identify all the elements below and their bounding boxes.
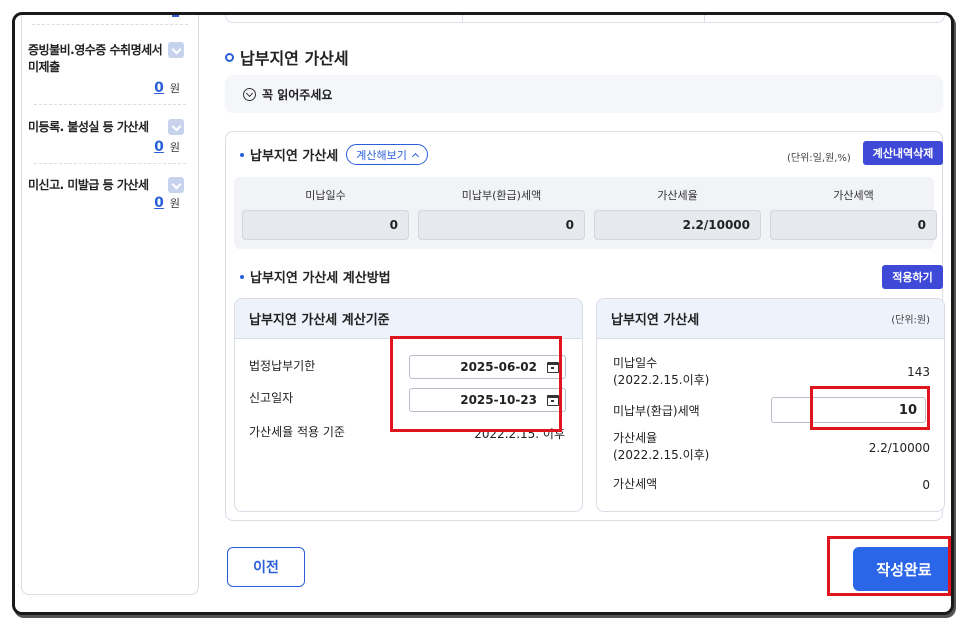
result-label-penalty: 가산세액 [613,477,658,491]
result-penalty-value: 0 [922,478,930,492]
criteria-label-filing-date: 신고일자 [249,391,294,405]
chevron-down-icon[interactable] [168,119,184,135]
result-label-rate: 가산세율 (2022.2.15.이후) [613,431,710,462]
late-payment-panel: 납부지연 가산세 계산해보기 (단위:일,원,%) 계산내역삭제 미납일수 미납… [225,131,945,521]
previous-table-bottom [225,15,945,23]
chevron-down-icon[interactable] [168,177,184,193]
chevron-down-icon[interactable] [168,42,184,58]
summary-table: 미납일수 미납부(환급)세액 가산세율 가산세액 0 0 2.2/10000 0 [234,177,937,249]
criteria-label-due-date: 법정납부기한 [249,359,316,373]
sidebar-amount[interactable]: 0 [154,80,164,96]
header-unpaid-amount: 미납부(환급)세액 [461,189,542,202]
header-unpaid-days: 미납일수 [305,189,346,202]
circle-bullet-icon [225,52,234,62]
apply-button[interactable]: 적용하기 [882,265,943,289]
header-penalty: 가산세액 [833,189,874,202]
value-unpaid-amount: 0 [418,210,585,240]
sidebar-item-unissued[interactable]: 미신고. 미발급 등 가산세 0원 [28,177,194,211]
highlight-box-amount [810,386,930,430]
result-label-unpaid-amount: 미납부(환급)세액 [613,404,700,418]
header-rate: 가산세율 [657,189,698,202]
result-unit-label: (단위:원) [891,315,930,326]
method-title: 납부지연 가산세 계산방법 [240,267,391,286]
value-unpaid-days: 0 [242,210,409,240]
chevron-up-icon [411,152,419,160]
summary-title: 납부지연 가산세 계산해보기 [240,144,428,165]
highlight-box-complete [827,536,951,596]
criteria-card-title: 납부지연 가산세 계산기준 [235,299,582,339]
sidebar-item-receipt[interactable]: 증빙불비.영수증 수취명세서 미제출 0원 [28,42,194,96]
result-unpaid-days-value: 143 [907,365,930,379]
app-window: 증빙불비.영수증 수취명세서 미제출 0원 미등록. 불성실 등 가산세 0원 … [12,12,954,615]
result-label-unpaid-days: 미납일수 (2022.2.15.이후) [613,356,710,387]
summary-unit-label: (단위:일,원,%) [787,153,851,164]
delete-history-button[interactable]: 계산내역삭제 [863,141,943,165]
sidebar-amount[interactable]: 0 [154,195,164,211]
sidebar: 증빙불비.영수증 수취명세서 미제출 0원 미등록. 불성실 등 가산세 0원 … [21,15,199,595]
result-card-title: 납부지연 가산세 [611,313,700,328]
calculate-toggle-button[interactable]: 계산해보기 [346,144,428,165]
result-card-header: 납부지연 가산세 (단위:원) [597,299,944,339]
prev-button[interactable]: 이전 [227,547,305,587]
sidebar-item-unregistered[interactable]: 미등록. 불성실 등 가산세 0원 [28,119,194,155]
section-title: 납부지연 가산세 [225,45,349,69]
sidebar-amount[interactable]: 0 [154,139,164,155]
main-content: 납부지연 가산세 꼭 읽어주세요 납부지연 가산세 계산해보기 (단위:일,원,… [213,15,951,612]
notice-toggle[interactable]: 꼭 읽어주세요 [225,75,943,113]
chevron-circle-down-icon [243,87,256,101]
highlight-box-dates [390,336,562,432]
value-penalty: 0 [770,210,937,240]
result-rate-value: 2.2/10000 [868,441,930,455]
value-rate: 2.2/10000 [594,210,761,240]
criteria-label-rate-basis: 가산세율 적용 기준 [249,425,345,439]
